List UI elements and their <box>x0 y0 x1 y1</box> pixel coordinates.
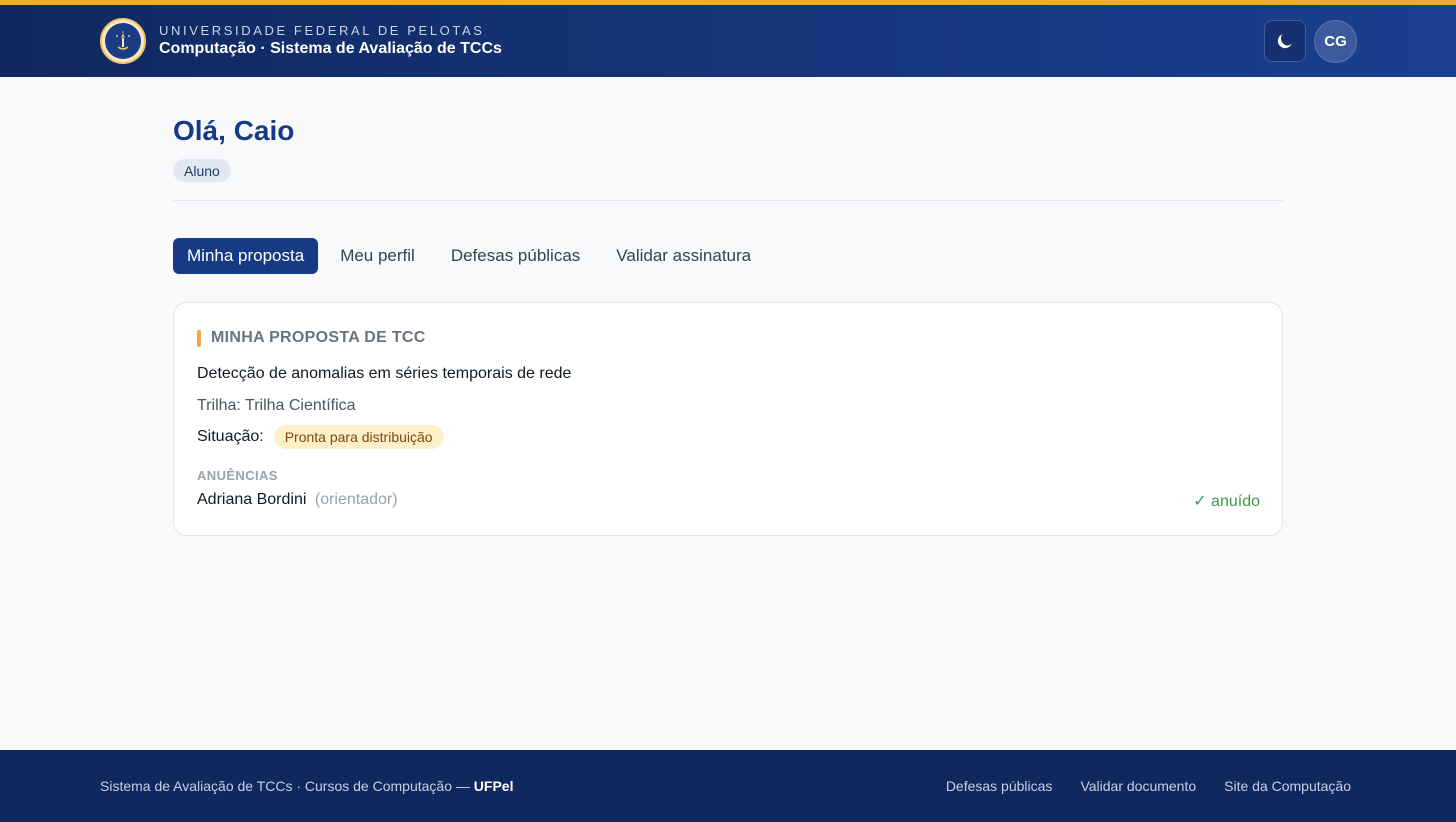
footer-link-validar-documento[interactable]: Validar documento <box>1080 778 1196 794</box>
consents-label: ANUÊNCIAS <box>197 468 278 483</box>
torch-icon <box>116 31 130 50</box>
footer-institution: UFPel <box>473 778 514 794</box>
proposal-title: Detecção de anomalias em séries temporai… <box>197 365 572 382</box>
university-name: UNIVERSIDADE FEDERAL DE PELOTAS <box>159 23 485 38</box>
consent-row: Adriana Bordini (orientador) ✓ anuído <box>197 491 1260 511</box>
advisor-role: (orientador) <box>314 491 398 508</box>
footer-link-defesas-publicas[interactable]: Defesas públicas <box>946 778 1053 794</box>
track-info: Trilha: Trilha Científica <box>197 397 356 414</box>
proposal-card: MINHA PROPOSTA DE TCC Detecção de anomal… <box>173 302 1283 536</box>
status-badge: Pronta para distribuição <box>273 425 444 449</box>
advisor-name: Adriana Bordini <box>197 491 307 508</box>
consent-status: ✓ anuído <box>1193 493 1260 510</box>
tab-minha-proposta[interactable]: Minha proposta <box>173 238 319 274</box>
user-avatar[interactable]: CG <box>1314 20 1357 63</box>
moon-icon <box>1277 34 1292 49</box>
app-header: UNIVERSIDADE FEDERAL DE PELOTAS Computaç… <box>0 5 1456 77</box>
footer-links: Defesas públicas Validar documento Site … <box>946 778 1351 794</box>
tab-defesas-publicas[interactable]: Defesas públicas <box>437 238 594 274</box>
status-line: Situação: Pronta para distribuição <box>197 425 444 449</box>
section-title: MINHA PROPOSTA DE TCC <box>197 329 426 347</box>
role-badge: Aluno <box>173 159 231 182</box>
theme-toggle-button[interactable] <box>1264 20 1306 62</box>
divider <box>173 200 1283 201</box>
tab-validar-assinatura[interactable]: Validar assinatura <box>602 238 765 274</box>
page-title: Olá, Caio <box>173 115 295 146</box>
university-logo <box>100 18 146 64</box>
app-footer: Sistema de Avaliação de TCCs · Cursos de… <box>0 750 1456 822</box>
tab-meu-perfil[interactable]: Meu perfil <box>326 238 429 274</box>
tab-bar: Minha proposta Meu perfil Defesas públic… <box>173 238 773 274</box>
footer-link-site-computacao[interactable]: Site da Computação <box>1224 778 1351 794</box>
footer-text: Sistema de Avaliação de TCCs · Cursos de… <box>100 778 514 794</box>
system-name: Computação · Sistema de Avaliação de TCC… <box>159 40 502 57</box>
status-label: Situação: <box>197 428 264 445</box>
